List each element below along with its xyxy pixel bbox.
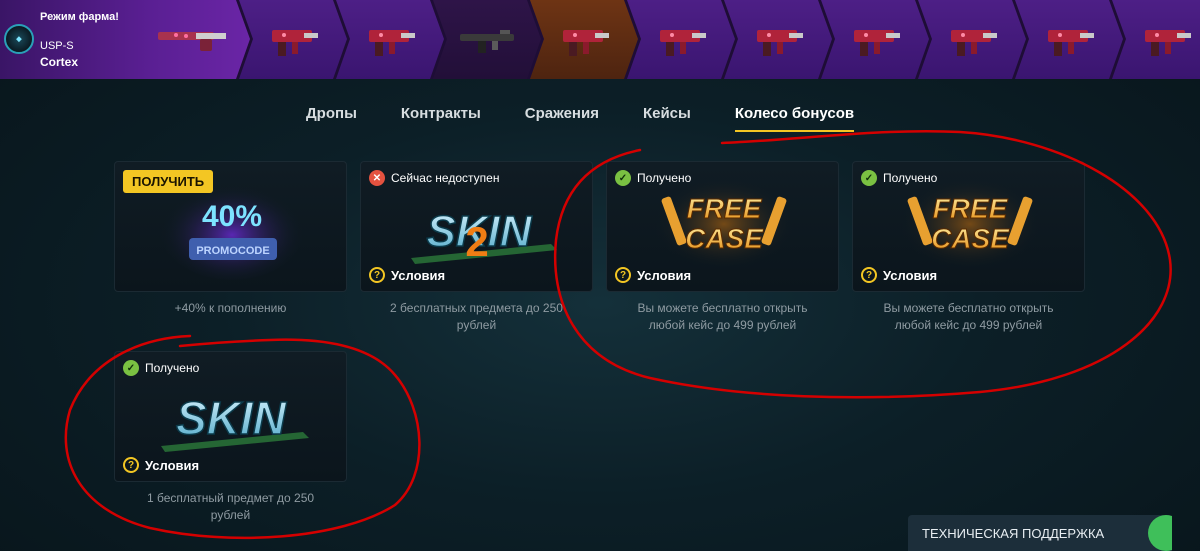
description-line: Вы можете бесплатно открыть xyxy=(637,301,808,315)
bonus-card-free-case-2[interactable]: FREE CASE ✓ Получено ? Условия xyxy=(852,161,1085,292)
smg-icon xyxy=(1145,29,1191,56)
status-badge: ✕ Сейчас недоступен xyxy=(369,170,499,186)
status-text: Сейчас недоступен xyxy=(391,171,500,185)
promocode-label: PROMOCODE xyxy=(196,245,269,257)
description-line: любой кейс до 499 рублей xyxy=(648,318,797,332)
drop-slot[interactable] xyxy=(433,0,541,79)
get-bonus-button[interactable]: ПОЛУЧИТЬ xyxy=(123,170,214,193)
description-line: +40% к пополнению xyxy=(174,301,287,315)
bonus-card-one-skin[interactable]: SKIN ✓ Получено ? Условия xyxy=(114,351,347,482)
check-icon: ✓ xyxy=(123,360,139,376)
drop-slot[interactable] xyxy=(239,0,347,79)
conditions-label: Условия xyxy=(883,267,938,283)
tab-cases[interactable]: Кейсы xyxy=(643,105,691,128)
two-skins-description: 2 бесплатных предмета до 250 рублей xyxy=(360,300,593,334)
promocode-percent: 40% xyxy=(202,200,262,233)
smg-icon xyxy=(854,29,900,56)
conditions-label: Условия xyxy=(637,267,692,283)
one-skin-description: 1 бесплатный предмет до 250 рублей xyxy=(114,490,347,524)
close-icon: ✕ xyxy=(369,170,385,186)
case-text: CASE xyxy=(685,223,764,254)
smg-icon xyxy=(272,29,318,56)
drop-slot[interactable] xyxy=(530,0,638,79)
description-line: Вы можете бесплатно открыть xyxy=(883,301,1054,315)
live-drop-strip: ◆ Режим фарма! USP-S Cortex xyxy=(0,0,1200,79)
status-badge: ✓ Получено xyxy=(615,170,691,186)
drop-slot[interactable] xyxy=(724,0,832,79)
tab-contracts[interactable]: Контракты xyxy=(401,105,481,128)
description-line: 2 бесплатных предмета до 250 xyxy=(390,301,563,315)
smg-icon xyxy=(757,29,803,56)
drop-slot[interactable] xyxy=(1112,0,1200,79)
smg-icon xyxy=(563,29,609,56)
description-line: рублей xyxy=(456,318,497,332)
section-tabs: Дропы Контракты Сражения Кейсы Колесо бо… xyxy=(306,105,898,132)
conditions-link[interactable]: ? Условия xyxy=(861,267,937,283)
free-case-description: Вы можете бесплатно открыть любой кейс д… xyxy=(606,300,839,334)
question-icon: ? xyxy=(369,267,385,283)
tab-battles[interactable]: Сражения xyxy=(525,105,599,128)
drop-slot[interactable] xyxy=(821,0,929,79)
description-line: рублей xyxy=(210,508,251,522)
tech-support-button[interactable]: ТЕХНИЧЕСКАЯ ПОДДЕРЖКА xyxy=(908,515,1172,551)
drop-slot[interactable] xyxy=(918,0,1026,79)
drop-slot[interactable] xyxy=(1015,0,1123,79)
conditions-link[interactable]: ? Условия xyxy=(615,267,691,283)
conditions-link[interactable]: ? Условия xyxy=(123,457,199,473)
status-text: Получено xyxy=(883,171,938,185)
smg-icon xyxy=(369,29,415,56)
tab-bonus-wheel[interactable]: Колесо бонусов xyxy=(734,105,855,132)
farm-skin-name: Cortex xyxy=(40,55,79,69)
free-case-description-2: Вы можете бесплатно открыть любой кейс д… xyxy=(852,300,1085,334)
case-text: CASE xyxy=(931,223,1010,254)
description-line: 1 бесплатный предмет до 250 xyxy=(146,491,315,505)
status-text: Получено xyxy=(145,361,200,375)
promocode-description: +40% к пополнению xyxy=(114,300,347,317)
smg-icon xyxy=(951,29,997,56)
status-text: Получено xyxy=(637,171,692,185)
site-logo: ◆ xyxy=(4,24,34,54)
status-badge: ✓ Получено xyxy=(861,170,937,186)
farm-weapon-name: USP-S xyxy=(40,40,74,52)
check-icon: ✓ xyxy=(615,170,631,186)
smg-icon xyxy=(1048,29,1094,56)
farm-mode-panel[interactable]: ◆ Режим фарма! USP-S Cortex xyxy=(0,0,250,79)
check-icon: ✓ xyxy=(861,170,877,186)
conditions-label: Условия xyxy=(145,457,200,473)
rifle-icon xyxy=(460,29,514,53)
conditions-label: Условия xyxy=(391,267,446,283)
drop-slot[interactable] xyxy=(336,0,444,79)
tab-drops[interactable]: Дропы xyxy=(306,105,357,128)
farm-mode-label: Режим фарма! xyxy=(40,11,119,23)
tech-support-label: ТЕХНИЧЕСКАЯ ПОДДЕРЖКА xyxy=(922,525,1105,541)
online-indicator-icon xyxy=(1148,515,1172,551)
status-badge: ✓ Получено xyxy=(123,360,199,376)
bonus-card-free-case[interactable]: FREE CASE ✓ Получено ? Условия xyxy=(606,161,839,292)
bonus-card-promocode[interactable]: 40% PROMOCODE ПОЛУЧИТЬ xyxy=(114,161,347,292)
free-text: FREE xyxy=(933,193,1009,224)
conditions-link[interactable]: ? Условия xyxy=(369,267,445,283)
skin-count: 2 xyxy=(465,218,488,265)
question-icon: ? xyxy=(861,267,877,283)
question-icon: ? xyxy=(123,457,139,473)
free-text: FREE xyxy=(687,193,763,224)
bonus-card-two-skins[interactable]: SKIN 2 ✕ Сейчас недоступен ? Условия xyxy=(360,161,593,292)
drop-slot[interactable] xyxy=(627,0,735,79)
smg-icon xyxy=(660,29,706,56)
description-line: любой кейс до 499 рублей xyxy=(894,318,1043,332)
skin-text: SKIN xyxy=(176,392,287,444)
question-icon: ? xyxy=(615,267,631,283)
usp-s-pistol-icon xyxy=(158,32,226,51)
